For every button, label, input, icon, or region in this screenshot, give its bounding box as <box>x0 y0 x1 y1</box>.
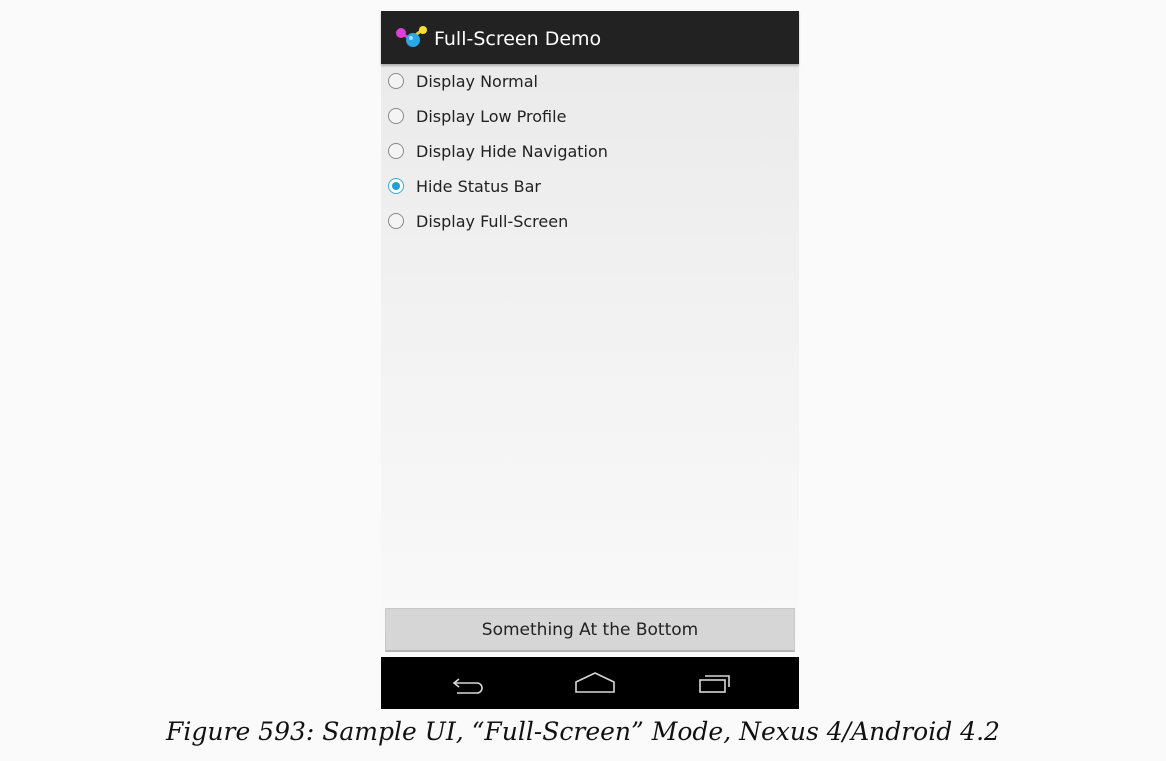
page: Full-Screen Demo Display Normal Display … <box>0 0 1166 761</box>
radio-button-checked[interactable] <box>388 178 404 194</box>
action-bar: Full-Screen Demo <box>381 11 799 64</box>
back-icon <box>452 678 483 694</box>
radio-display-full-screen[interactable]: Display Full-Screen <box>381 205 799 240</box>
radio-label: Display Low Profile <box>416 107 567 126</box>
app-logo-icon <box>396 26 427 47</box>
radio-label: Display Full-Screen <box>416 212 569 231</box>
radio-label: Display Hide Navigation <box>416 142 608 161</box>
radio-button[interactable] <box>388 108 404 124</box>
device-screen: Full-Screen Demo Display Normal Display … <box>381 11 799 709</box>
navigation-bar <box>381 657 799 709</box>
recents-button[interactable] <box>685 667 745 699</box>
radio-button[interactable] <box>388 213 404 229</box>
back-button[interactable] <box>439 667 499 699</box>
home-button[interactable] <box>565 667 625 699</box>
something-at-bottom-button[interactable]: Something At the Bottom <box>385 608 795 652</box>
radio-label: Hide Status Bar <box>416 177 541 196</box>
radio-display-normal[interactable]: Display Normal <box>381 65 799 100</box>
radio-display-low-profile[interactable]: Display Low Profile <box>381 100 799 135</box>
app-title: Full-Screen Demo <box>434 28 602 50</box>
display-mode-radio-group: Display Normal Display Low Profile Displ… <box>381 65 799 240</box>
radio-button[interactable] <box>388 73 404 89</box>
radio-label: Display Normal <box>416 72 538 91</box>
radio-button[interactable] <box>388 143 404 159</box>
figure-caption: Figure 593: Sample UI, “Full-Screen” Mod… <box>166 717 1000 746</box>
radio-hide-status-bar[interactable]: Hide Status Bar <box>381 170 799 205</box>
radio-display-hide-navigation[interactable]: Display Hide Navigation <box>381 135 799 170</box>
recents-icon <box>699 675 730 693</box>
home-icon <box>575 672 615 693</box>
